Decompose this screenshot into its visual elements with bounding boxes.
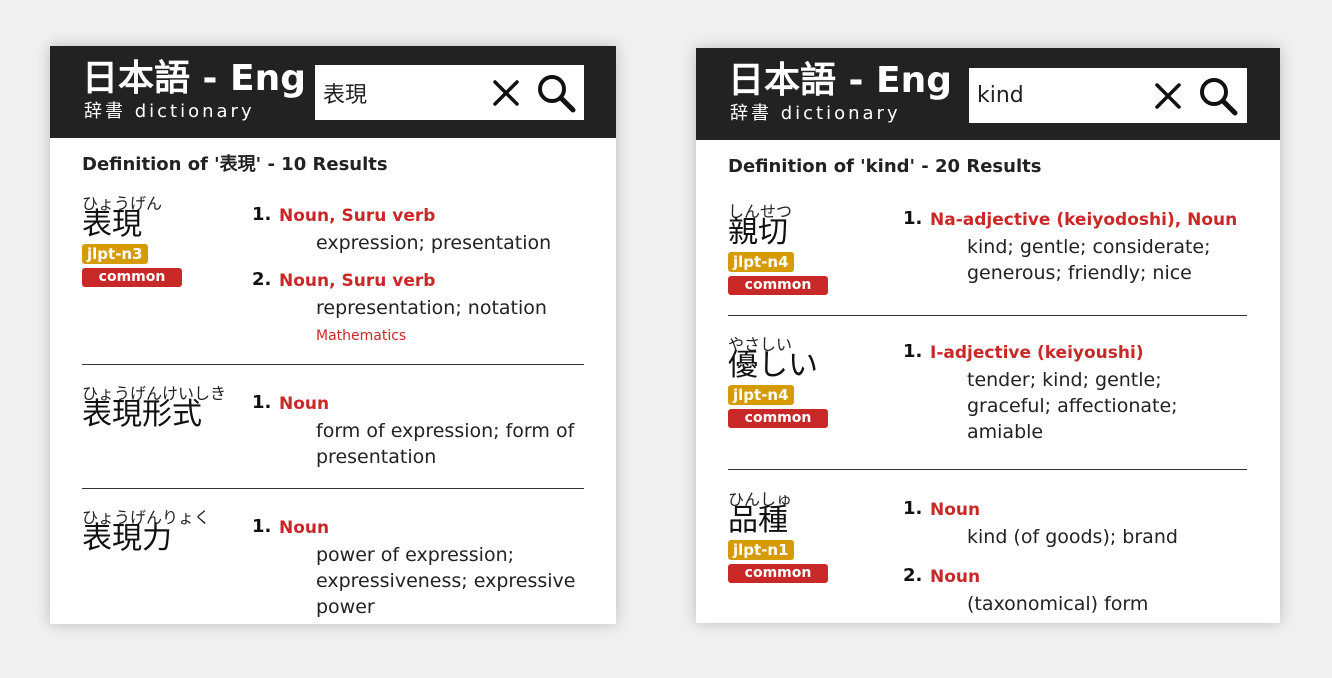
entry-word: 品種 xyxy=(728,503,788,538)
dictionary-panel-right: 日本語 - Eng 辞書 dictionary Definition of 'k… xyxy=(696,48,1280,623)
part-of-speech: Noun xyxy=(279,518,330,538)
part-of-speech: Noun, Suru verb xyxy=(279,271,436,291)
entry[interactable]: しんせつ 親切 jlpt-n4 common 1. Na-adjective (… xyxy=(728,198,1247,316)
search-box xyxy=(969,68,1247,123)
common-badge: common xyxy=(728,564,828,583)
summary-prefix: Definition of ' xyxy=(728,156,866,177)
gloss-text: representation; notation xyxy=(316,297,547,319)
sense-number: 2. xyxy=(903,565,923,586)
part-of-speech: Noun xyxy=(279,394,330,414)
entry-word: 表現力 xyxy=(82,521,172,556)
sense-number: 2. xyxy=(252,269,272,290)
search-icon[interactable] xyxy=(1197,75,1239,117)
sense-number: 1. xyxy=(903,498,923,519)
gloss: form of expression; form of presentation xyxy=(316,420,575,468)
close-icon[interactable] xyxy=(491,78,521,108)
gloss: expression; presentation xyxy=(316,232,552,254)
gloss: kind (of goods); brand xyxy=(967,526,1178,548)
jlpt-badge: jlpt-n1 xyxy=(728,540,794,560)
sense-number: 1. xyxy=(903,208,923,229)
sense-number: 1. xyxy=(252,204,272,225)
entry-word: 表現形式 xyxy=(82,397,202,432)
results-summary: Definition of 'kind' - 20 Results xyxy=(728,156,1041,177)
sense-number: 1. xyxy=(252,392,272,413)
app-subtitle: 辞書 dictionary xyxy=(84,101,255,122)
search-input[interactable] xyxy=(315,65,475,120)
app-title: 日本語 - Eng xyxy=(728,60,952,101)
dictionary-panel-left: 日本語 - Eng 辞書 dictionary Definition of '表… xyxy=(50,46,616,624)
gloss: kind; gentle; considerate; generous; fri… xyxy=(967,236,1211,284)
part-of-speech: Noun xyxy=(930,567,981,587)
common-badge: common xyxy=(728,276,828,295)
part-of-speech: I-adjective (keiyoushi) xyxy=(930,343,1144,363)
entry[interactable]: やさしい 優しい jlpt-n4 common 1. I-adjective (… xyxy=(728,331,1247,470)
common-badge: common xyxy=(82,268,182,287)
entry-word: 優しい xyxy=(728,348,818,383)
entry[interactable]: ひょうげん 表現 jlpt-n3 common 1. Noun, Suru ve… xyxy=(82,190,584,365)
header: 日本語 - Eng 辞書 dictionary xyxy=(696,48,1280,140)
results-summary: Definition of '表現' - 10 Results xyxy=(82,150,388,176)
part-of-speech: Noun, Suru verb xyxy=(279,206,436,226)
sense-number: 1. xyxy=(903,341,923,362)
gloss: power of expression; expressiveness; exp… xyxy=(316,544,576,618)
summary-suffix: ' - 10 Results xyxy=(255,154,388,175)
entry-word: 表現 xyxy=(82,207,142,242)
close-icon[interactable] xyxy=(1153,81,1183,111)
gloss: tender; kind; gentle; graceful; affectio… xyxy=(967,369,1178,443)
search-input[interactable] xyxy=(969,68,1129,123)
part-of-speech: Na-adjective (keiyodoshi), Noun xyxy=(930,210,1238,230)
app-title: 日本語 - Eng xyxy=(82,58,306,99)
gloss: (taxonomical) form xyxy=(967,593,1149,615)
gloss: representation; notation Mathematics xyxy=(316,295,556,349)
field-tag: Mathematics xyxy=(316,328,407,344)
header: 日本語 - Eng 辞書 dictionary xyxy=(50,46,616,138)
summary-suffix: ' - 20 Results xyxy=(909,156,1042,177)
jlpt-badge: jlpt-n4 xyxy=(728,252,794,272)
search-icon[interactable] xyxy=(535,72,577,114)
summary-term: kind xyxy=(865,156,910,177)
search-box xyxy=(315,65,584,120)
entry[interactable]: ひょうげんりょく 表現力 1. Noun power of expression… xyxy=(82,504,584,624)
entry-word: 親切 xyxy=(728,215,788,250)
sense-number: 1. xyxy=(252,516,272,537)
entry[interactable]: ひんしゅ 品種 jlpt-n1 common 1. Noun kind (of … xyxy=(728,486,1247,623)
part-of-speech: Noun xyxy=(930,500,981,520)
app-subtitle: 辞書 dictionary xyxy=(730,103,901,124)
jlpt-badge: jlpt-n3 xyxy=(82,244,148,264)
brand: 日本語 - Eng 辞書 dictionary xyxy=(728,60,952,124)
jlpt-badge: jlpt-n4 xyxy=(728,385,794,405)
common-badge: common xyxy=(728,409,828,428)
brand: 日本語 - Eng 辞書 dictionary xyxy=(82,58,306,122)
summary-term: 表現 xyxy=(219,154,256,175)
entry[interactable]: ひょうげんけいしき 表現形式 1. Noun form of expressio… xyxy=(82,380,584,489)
summary-prefix: Definition of ' xyxy=(82,154,220,175)
